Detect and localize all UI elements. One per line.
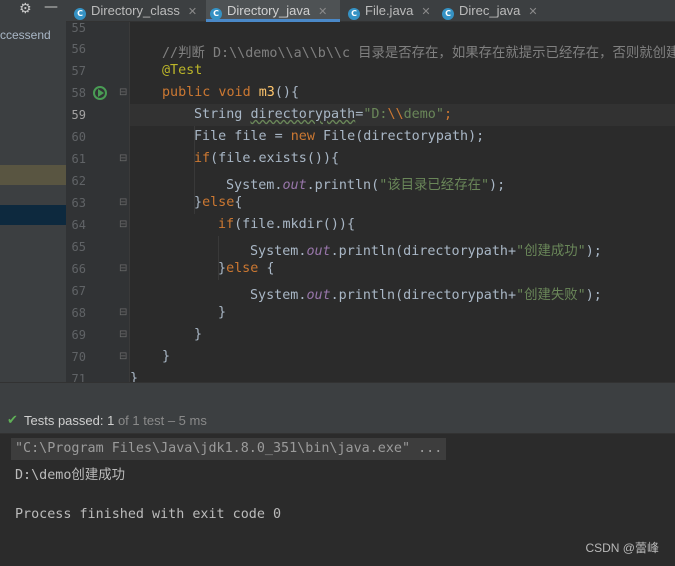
code-line-59[interactable]: String directorypath="D:\\demo"; — [194, 107, 452, 122]
code-line-61[interactable]: if(file.exists()){ — [194, 151, 339, 166]
java-class-icon: C — [442, 8, 454, 20]
line-number: 64 — [71, 218, 86, 232]
code-editor[interactable]: //判断 D:\\demo\\a\\b\\c 目录是否存在，如果存在就提示已经存… — [130, 22, 675, 382]
run-console[interactable]: "C:\Program Files\Java\jdk1.8.0_351\bin\… — [0, 434, 675, 566]
tool-window-splitter[interactable] — [0, 382, 675, 408]
gear-icon[interactable]: ⚙ — [19, 1, 32, 17]
close-icon[interactable]: ✕ — [188, 5, 197, 18]
line-number: 69 — [71, 328, 86, 342]
line-number: 70 — [71, 350, 86, 364]
watermark: CSDN @蕾峰 — [585, 541, 659, 555]
close-icon[interactable]: ✕ — [318, 5, 327, 18]
line-number: 55 — [71, 22, 86, 35]
tab-direc-java[interactable]: C Direc_java ✕ — [438, 0, 548, 22]
code-line-67[interactable]: System.out.println(directorypath+"创建失败")… — [250, 283, 602, 303]
fold-icon[interactable]: ⊟ — [119, 219, 127, 230]
console-exit-line: Process finished with exit code 0 — [15, 507, 282, 522]
test-status-bar: ✔ Tests passed: 1 of 1 test – 5 ms — [0, 408, 675, 434]
project-panel: ccessend — [0, 22, 66, 382]
code-line-71[interactable]: } — [130, 371, 138, 382]
code-line-68[interactable]: } — [218, 305, 226, 320]
code-line-65[interactable]: System.out.println(directorypath+"创建成功")… — [250, 239, 602, 259]
editor-tab-bar: ⚙ — C Directory_class ✕ C Directory_java ✕ C… — [0, 0, 675, 22]
fold-icon[interactable]: ⊟ — [119, 263, 127, 274]
code-line-70[interactable]: } — [162, 349, 170, 364]
line-number: 58 — [71, 86, 86, 100]
fold-icon[interactable]: ⊟ — [119, 329, 127, 340]
console-output-line: D:\demo创建成功 — [15, 468, 125, 483]
fold-icon[interactable]: ⊟ — [119, 197, 127, 208]
line-number: 68 — [71, 306, 86, 320]
project-tree-row-highlight[interactable] — [0, 165, 66, 185]
line-number: 66 — [71, 262, 86, 276]
tab-label: File.java — [365, 3, 414, 18]
project-tree-text[interactable]: ccessend — [0, 28, 51, 42]
fold-icon[interactable]: ⊟ — [119, 351, 127, 362]
minimize-icon[interactable]: — — [44, 0, 58, 15]
code-line-64[interactable]: if(file.mkdir()){ — [218, 217, 355, 232]
close-icon[interactable]: ✕ — [528, 5, 537, 18]
java-class-icon: C — [348, 8, 360, 20]
java-class-icon: C — [210, 8, 222, 20]
fold-icon[interactable]: ⊟ — [119, 153, 127, 164]
fold-icon[interactable]: ⊟ — [119, 87, 127, 98]
tab-directory-class[interactable]: C Directory_class ✕ — [70, 0, 206, 22]
line-number-current: 59 — [71, 108, 86, 122]
tab-label: Directory_java — [227, 3, 311, 18]
code-line-60[interactable]: File file = new File(directorypath); — [194, 129, 484, 144]
tool-window-header: ⚙ — — [0, 0, 66, 22]
project-tree-row-selected[interactable] — [0, 205, 66, 225]
line-number: 61 — [71, 152, 86, 166]
test-status-text: Tests passed: 1 of 1 test – 5 ms — [24, 413, 207, 428]
line-number: 56 — [71, 42, 86, 56]
tab-label: Direc_java — [459, 3, 521, 18]
line-number-gutter: 55 56 57 58 59 60 61 62 63 64 65 66 67 6… — [66, 22, 130, 382]
line-number: 71 — [71, 372, 86, 382]
fold-icon[interactable]: ⊟ — [119, 307, 127, 318]
code-line-58[interactable]: public void m3(){ — [162, 85, 299, 100]
code-line-62[interactable]: System.out.println("该目录已经存在"); — [226, 173, 505, 193]
code-line-63[interactable]: }else{ — [194, 195, 242, 210]
code-line-69[interactable]: } — [194, 327, 202, 342]
line-number: 62 — [71, 174, 86, 188]
line-number: 60 — [71, 130, 86, 144]
line-number: 67 — [71, 284, 86, 298]
run-test-icon[interactable] — [93, 86, 107, 100]
tab-file-java[interactable]: C File.java ✕ — [344, 0, 438, 22]
tab-label: Directory_class — [91, 3, 180, 18]
line-number: 57 — [71, 64, 86, 78]
check-icon: ✔ — [7, 413, 18, 428]
code-line-57[interactable]: @Test — [162, 63, 202, 78]
java-class-icon: C — [74, 8, 86, 20]
line-number: 63 — [71, 196, 86, 210]
tab-directory-java[interactable]: C Directory_java ✕ — [206, 0, 340, 22]
close-icon[interactable]: ✕ — [421, 5, 430, 18]
code-line-66[interactable]: }else { — [218, 261, 274, 276]
code-line-56[interactable]: //判断 D:\\demo\\a\\b\\c 目录是否存在，如果存在就提示已经存… — [162, 41, 675, 61]
console-command-line[interactable]: "C:\Program Files\Java\jdk1.8.0_351\bin\… — [11, 438, 447, 460]
line-number: 65 — [71, 240, 86, 254]
